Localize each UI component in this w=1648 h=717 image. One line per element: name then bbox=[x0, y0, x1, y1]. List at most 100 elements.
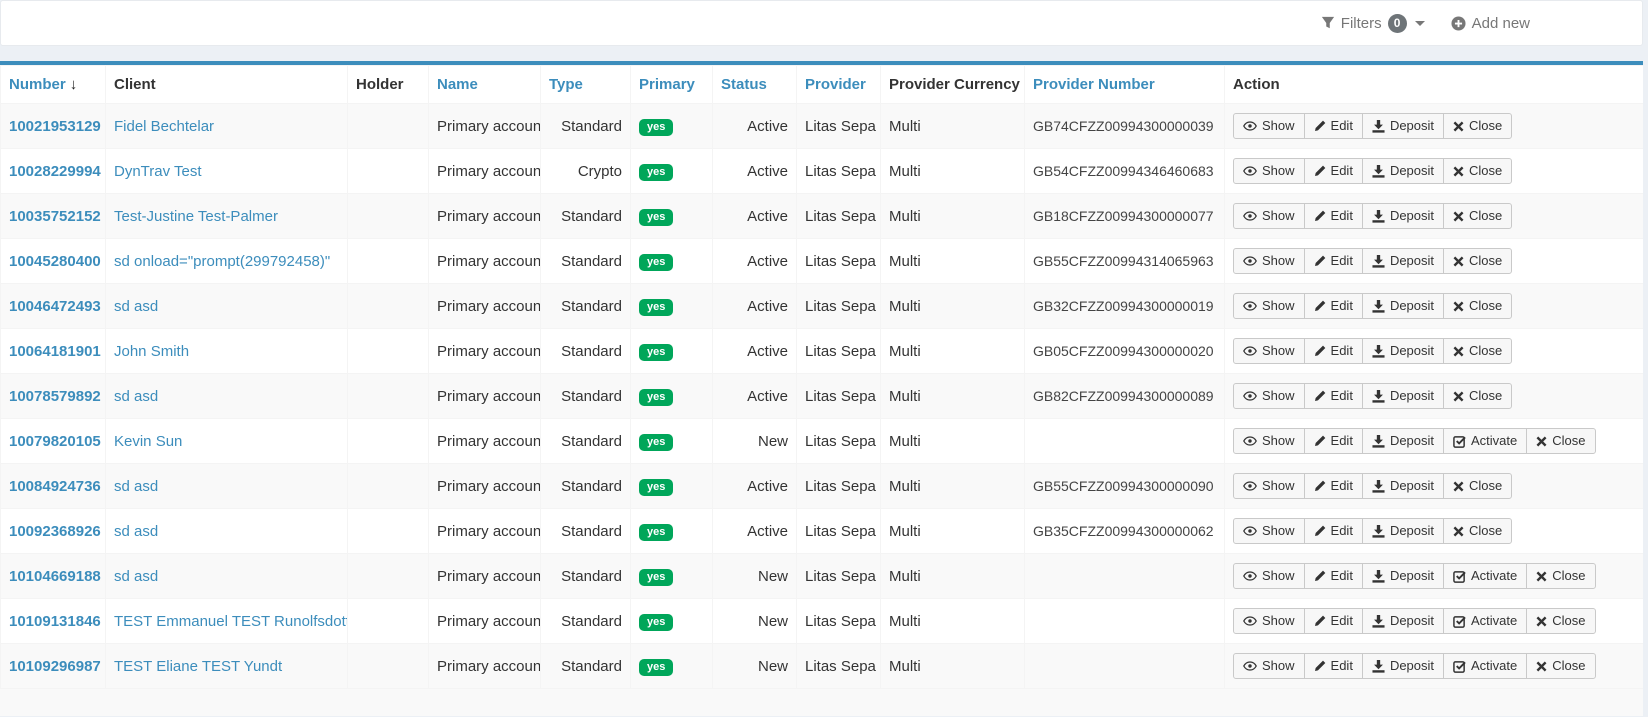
deposit-button[interactable]: Deposit bbox=[1362, 248, 1444, 274]
cell-status: Active bbox=[713, 509, 797, 554]
client-link[interactable]: Test-Justine Test-Palmer bbox=[114, 208, 278, 225]
cell-provider: Litas Sepa bbox=[797, 419, 881, 464]
deposit-button[interactable]: Deposit bbox=[1362, 653, 1444, 679]
filters-toggle[interactable]: Filters 0 bbox=[1321, 14, 1425, 33]
download-icon bbox=[1372, 435, 1385, 448]
deposit-button[interactable]: Deposit bbox=[1362, 158, 1444, 184]
deposit-button[interactable]: Deposit bbox=[1362, 338, 1444, 364]
client-link[interactable]: sd asd bbox=[114, 298, 158, 315]
close-button[interactable]: Close bbox=[1443, 473, 1512, 499]
client-link[interactable]: sd asd bbox=[114, 388, 158, 405]
show-button[interactable]: Show bbox=[1233, 293, 1305, 319]
column-header-primary[interactable]: Primary bbox=[631, 66, 713, 104]
edit-button[interactable]: Edit bbox=[1304, 653, 1363, 679]
client-link[interactable]: TEST Eliane TEST Yundt bbox=[114, 658, 282, 675]
activate-button[interactable]: Activate bbox=[1443, 608, 1527, 634]
client-link[interactable]: TEST Emmanuel TEST Runolfsdottir bbox=[114, 613, 348, 630]
account-number-link[interactable]: 10045280400 bbox=[9, 253, 101, 270]
show-button[interactable]: Show bbox=[1233, 248, 1305, 274]
x-icon bbox=[1453, 391, 1464, 402]
activate-button[interactable]: Activate bbox=[1443, 428, 1527, 454]
column-header-provider-number[interactable]: Provider Number bbox=[1025, 66, 1225, 104]
show-button[interactable]: Show bbox=[1233, 563, 1305, 589]
close-button[interactable]: Close bbox=[1443, 383, 1512, 409]
close-button[interactable]: Close bbox=[1443, 203, 1512, 229]
account-number-link[interactable]: 10109296987 bbox=[9, 658, 101, 675]
edit-button[interactable]: Edit bbox=[1304, 518, 1363, 544]
show-button[interactable]: Show bbox=[1233, 473, 1305, 499]
deposit-button[interactable]: Deposit bbox=[1362, 518, 1444, 544]
edit-button[interactable]: Edit bbox=[1304, 113, 1363, 139]
activate-button[interactable]: Activate bbox=[1443, 653, 1527, 679]
activate-button[interactable]: Activate bbox=[1443, 563, 1527, 589]
column-header-status[interactable]: Status bbox=[713, 66, 797, 104]
close-button[interactable]: Close bbox=[1526, 653, 1595, 679]
deposit-button[interactable]: Deposit bbox=[1362, 203, 1444, 229]
cell-client: Test-Justine Test-Palmer bbox=[106, 194, 348, 239]
show-button[interactable]: Show bbox=[1233, 203, 1305, 229]
show-button[interactable]: Show bbox=[1233, 428, 1305, 454]
account-number-link[interactable]: 10028229994 bbox=[9, 163, 101, 180]
edit-button[interactable]: Edit bbox=[1304, 203, 1363, 229]
edit-button[interactable]: Edit bbox=[1304, 248, 1363, 274]
deposit-button[interactable]: Deposit bbox=[1362, 113, 1444, 139]
show-button[interactable]: Show bbox=[1233, 653, 1305, 679]
account-number-link[interactable]: 10064181901 bbox=[9, 343, 101, 360]
show-button[interactable]: Show bbox=[1233, 383, 1305, 409]
account-number-link[interactable]: 10078579892 bbox=[9, 388, 101, 405]
deposit-button[interactable]: Deposit bbox=[1362, 428, 1444, 454]
edit-button[interactable]: Edit bbox=[1304, 158, 1363, 184]
column-header-name[interactable]: Name bbox=[429, 66, 541, 104]
show-button[interactable]: Show bbox=[1233, 113, 1305, 139]
account-number-link[interactable]: 10092368926 bbox=[9, 523, 101, 540]
deposit-button[interactable]: Deposit bbox=[1362, 608, 1444, 634]
close-button[interactable]: Close bbox=[1443, 518, 1512, 544]
edit-button[interactable]: Edit bbox=[1304, 563, 1363, 589]
cell-primary: yes bbox=[631, 644, 713, 689]
edit-button[interactable]: Edit bbox=[1304, 428, 1363, 454]
column-header-type[interactable]: Type bbox=[541, 66, 631, 104]
client-link[interactable]: Kevin Sun bbox=[114, 433, 182, 450]
cell-status: Active bbox=[713, 104, 797, 149]
close-button[interactable]: Close bbox=[1526, 428, 1595, 454]
column-header-provider[interactable]: Provider bbox=[797, 66, 881, 104]
close-button[interactable]: Close bbox=[1443, 158, 1512, 184]
close-button[interactable]: Close bbox=[1443, 113, 1512, 139]
account-number-link[interactable]: 10035752152 bbox=[9, 208, 101, 225]
account-number-link[interactable]: 10079820105 bbox=[9, 433, 101, 450]
edit-button[interactable]: Edit bbox=[1304, 293, 1363, 319]
client-link[interactable]: John Smith bbox=[114, 343, 189, 360]
show-button[interactable]: Show bbox=[1233, 608, 1305, 634]
add-new-button[interactable]: Add new bbox=[1451, 15, 1530, 32]
close-button[interactable]: Close bbox=[1443, 293, 1512, 319]
close-button[interactable]: Close bbox=[1443, 338, 1512, 364]
close-button[interactable]: Close bbox=[1526, 563, 1595, 589]
client-link[interactable]: sd onload="prompt(299792458)" bbox=[114, 253, 330, 270]
show-button[interactable]: Show bbox=[1233, 518, 1305, 544]
client-link[interactable]: sd asd bbox=[114, 523, 158, 540]
account-number-link[interactable]: 10109131846 bbox=[9, 613, 101, 630]
client-link[interactable]: sd asd bbox=[114, 478, 158, 495]
show-button[interactable]: Show bbox=[1233, 158, 1305, 184]
deposit-button[interactable]: Deposit bbox=[1362, 563, 1444, 589]
deposit-button[interactable]: Deposit bbox=[1362, 473, 1444, 499]
show-button[interactable]: Show bbox=[1233, 338, 1305, 364]
edit-button[interactable]: Edit bbox=[1304, 473, 1363, 499]
column-header-number[interactable]: Number↓ bbox=[1, 66, 106, 104]
edit-button[interactable]: Edit bbox=[1304, 338, 1363, 364]
cell-client: TEST Eliane TEST Yundt bbox=[106, 644, 348, 689]
edit-button[interactable]: Edit bbox=[1304, 608, 1363, 634]
client-link[interactable]: DynTrav Test bbox=[114, 163, 202, 180]
client-link[interactable]: Fidel Bechtelar bbox=[114, 118, 214, 135]
edit-button[interactable]: Edit bbox=[1304, 383, 1363, 409]
account-number-link[interactable]: 10046472493 bbox=[9, 298, 101, 315]
cell-primary: yes bbox=[631, 554, 713, 599]
close-button[interactable]: Close bbox=[1526, 608, 1595, 634]
deposit-button[interactable]: Deposit bbox=[1362, 293, 1444, 319]
account-number-link[interactable]: 10104669188 bbox=[9, 568, 101, 585]
close-button[interactable]: Close bbox=[1443, 248, 1512, 274]
account-number-link[interactable]: 10021953129 bbox=[9, 118, 101, 135]
client-link[interactable]: sd asd bbox=[114, 568, 158, 585]
deposit-button[interactable]: Deposit bbox=[1362, 383, 1444, 409]
account-number-link[interactable]: 10084924736 bbox=[9, 478, 101, 495]
